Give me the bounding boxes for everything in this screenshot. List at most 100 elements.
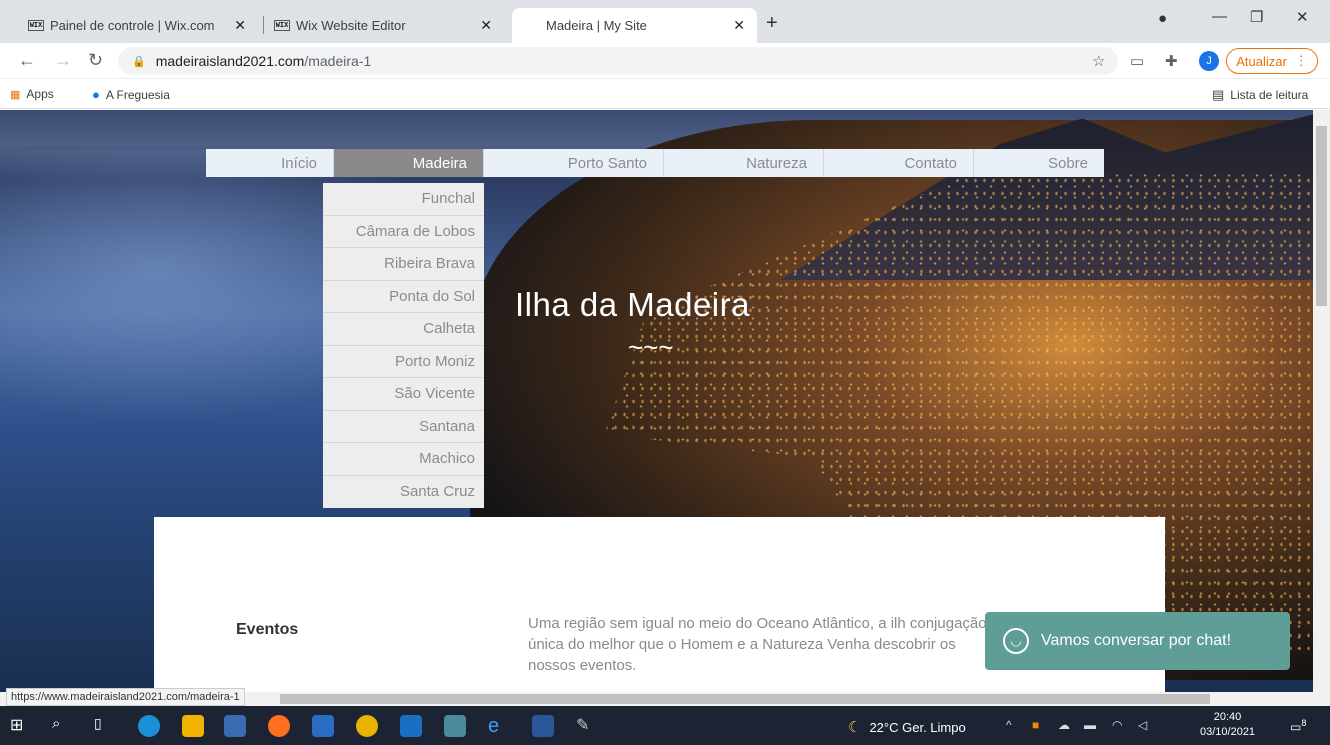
- page-viewport: Início Madeira Porto Santo Natureza Cont…: [0, 110, 1313, 692]
- volume-icon[interactable]: ◁: [1138, 718, 1147, 732]
- dropdown-item-santana[interactable]: Santana: [323, 411, 484, 443]
- update-label: Atualizar: [1236, 53, 1287, 69]
- onedrive-icon[interactable]: ☁: [1058, 718, 1070, 732]
- mail-icon[interactable]: [312, 715, 334, 737]
- browser-tab-strip: WIX Painel de controle | Wix.com ✕ WIX W…: [0, 0, 1330, 43]
- dropdown-item-ribeira-brava[interactable]: Ribeira Brava: [323, 248, 484, 281]
- vertical-scrollbar[interactable]: [1313, 110, 1330, 692]
- word-icon[interactable]: [532, 715, 554, 737]
- nav-porto-santo[interactable]: Porto Santo: [484, 149, 664, 177]
- chat-label: Vamos conversar por chat!: [1041, 632, 1232, 649]
- reading-list-label: Lista de leitura: [1230, 88, 1309, 102]
- lock-icon: 🔒: [132, 55, 146, 68]
- outlook-icon[interactable]: [400, 715, 422, 737]
- wix-favicon-icon: WIX: [28, 20, 44, 31]
- nav-sobre[interactable]: Sobre: [974, 149, 1104, 177]
- tab-madeira-site[interactable]: Madeira | My Site ✕: [512, 8, 757, 43]
- cast-icon[interactable]: ▭: [1130, 52, 1144, 70]
- firefox-icon[interactable]: [268, 715, 290, 737]
- dropdown-item-calheta[interactable]: Calheta: [323, 313, 484, 346]
- weather-text: 22°C Ger. Limpo: [869, 719, 966, 735]
- tab-wix-dashboard[interactable]: WIX Painel de controle | Wix.com ✕: [18, 8, 258, 43]
- status-bar-url: https://www.madeiraisland2021.com/madeir…: [6, 688, 245, 706]
- bookmarks-bar: ▦ Apps ● A Freguesia ▤ Lista de leitura: [0, 79, 1330, 109]
- notification-count: 8: [1301, 718, 1307, 728]
- new-tab-icon[interactable]: +: [766, 12, 778, 35]
- reading-list[interactable]: ▤ Lista de leitura: [1212, 87, 1308, 103]
- url-domain: madeiraisland2021.com: [155, 53, 305, 69]
- bookmark-label: Apps: [26, 87, 54, 101]
- nav-natureza[interactable]: Natureza: [664, 149, 824, 177]
- nav-madeira[interactable]: Madeira: [334, 149, 484, 177]
- section-paragraph: Uma região sem igual no meio do Oceano A…: [528, 615, 987, 674]
- site-navigation: Início Madeira Porto Santo Natureza Cont…: [206, 149, 1104, 177]
- dropdown-item-ponta-do-sol[interactable]: Ponta do Sol: [323, 281, 484, 313]
- close-tab-icon[interactable]: ✕: [480, 17, 492, 34]
- bookmark-apps[interactable]: ▦ Apps: [10, 87, 54, 101]
- forward-icon[interactable]: →: [54, 50, 72, 71]
- wix-favicon-icon: WIX: [274, 20, 290, 31]
- task-view-icon[interactable]: ▯: [94, 715, 116, 737]
- drupal-icon: ●: [92, 87, 100, 102]
- reload-icon[interactable]: ↻: [88, 50, 103, 71]
- profile-menu-icon[interactable]: ●: [1158, 10, 1167, 27]
- back-icon[interactable]: ←: [18, 50, 36, 71]
- avatar[interactable]: J: [1199, 51, 1219, 71]
- url-path: /madeira-1: [304, 53, 372, 69]
- windows-start-icon[interactable]: ⊞: [10, 715, 32, 737]
- network-icon[interactable]: ◠: [1112, 718, 1122, 732]
- reading-list-icon: ▤: [1212, 87, 1225, 102]
- bookmark-star-icon[interactable]: ☆: [1092, 52, 1105, 70]
- edge-icon[interactable]: [138, 715, 160, 737]
- update-button[interactable]: Atualizar ⋮: [1226, 48, 1318, 74]
- tab-title: Wix Website Editor: [296, 18, 406, 33]
- nav-inicio[interactable]: Início: [206, 149, 334, 177]
- dropdown-item-santa-cruz[interactable]: Santa Cruz: [323, 476, 484, 509]
- chat-button[interactable]: ◡ Vamos conversar por chat!: [985, 612, 1290, 670]
- browser-toolbar: ← → ↻ 🔒 madeiraisland2021.com/madeira-1 …: [0, 43, 1330, 79]
- minimize-icon[interactable]: —: [1212, 8, 1227, 25]
- notifications-icon[interactable]: ▭8: [1290, 718, 1306, 734]
- tab-title: Madeira | My Site: [546, 18, 647, 33]
- search-icon[interactable]: ⌕: [52, 715, 74, 737]
- scrollbar-thumb[interactable]: [280, 694, 1210, 704]
- address-bar[interactable]: 🔒 madeiraisland2021.com/madeira-1: [118, 47, 1118, 75]
- internet-explorer-icon[interactable]: e: [488, 715, 510, 737]
- section-title: Eventos: [236, 621, 299, 638]
- hero-ornament: ~~~: [628, 332, 674, 362]
- dropdown-item-sao-vicente[interactable]: São Vicente: [323, 378, 484, 411]
- nav-contato[interactable]: Contato: [824, 149, 974, 177]
- app-icon[interactable]: [444, 715, 466, 737]
- bookmark-a-freguesia[interactable]: ● A Freguesia: [92, 87, 170, 102]
- clock[interactable]: 20:40 03/10/2021: [1200, 710, 1255, 740]
- clock-time: 20:40: [1213, 711, 1242, 723]
- maximize-icon[interactable]: ❐: [1250, 8, 1263, 26]
- close-window-icon[interactable]: ✕: [1296, 8, 1309, 26]
- moon-icon: ☾: [848, 719, 862, 736]
- extensions-icon[interactable]: ✚: [1165, 52, 1178, 70]
- close-tab-icon[interactable]: ✕: [234, 17, 246, 34]
- file-explorer-icon[interactable]: [182, 715, 204, 737]
- close-tab-icon[interactable]: ✕: [733, 17, 745, 34]
- tray-app-icon[interactable]: ■: [1032, 718, 1039, 732]
- store-icon[interactable]: [224, 715, 246, 737]
- apps-grid-icon: ▦: [10, 88, 21, 101]
- dropdown-item-camara-de-lobos[interactable]: Câmara de Lobos: [323, 216, 484, 248]
- chrome-icon[interactable]: [356, 715, 378, 737]
- dropdown-item-machico[interactable]: Machico: [323, 443, 484, 476]
- weather-widget[interactable]: ☾ 22°C Ger. Limpo: [848, 718, 966, 736]
- menu-kebab-icon: ⋮: [1294, 53, 1308, 68]
- dropdown-item-porto-moniz[interactable]: Porto Moniz: [323, 346, 484, 378]
- hero-title: Ilha da Madeira: [515, 286, 750, 323]
- tray-expand-icon[interactable]: ^: [1006, 718, 1012, 732]
- clock-date: 03/10/2021: [1200, 726, 1256, 738]
- dropdown-item-funchal[interactable]: Funchal: [323, 183, 484, 216]
- bookmark-label: A Freguesia: [105, 87, 170, 102]
- tab-wix-editor[interactable]: WIX Wix Website Editor ✕: [264, 8, 504, 43]
- scrollbar-thumb[interactable]: [1316, 126, 1327, 306]
- battery-icon[interactable]: ▬: [1084, 718, 1096, 732]
- paint-icon[interactable]: ✎: [576, 715, 598, 737]
- chat-user-icon: ◡: [1003, 628, 1029, 654]
- tab-title: Painel de controle | Wix.com: [50, 18, 215, 33]
- madeira-dropdown-menu: Funchal Câmara de Lobos Ribeira Brava Po…: [323, 183, 484, 508]
